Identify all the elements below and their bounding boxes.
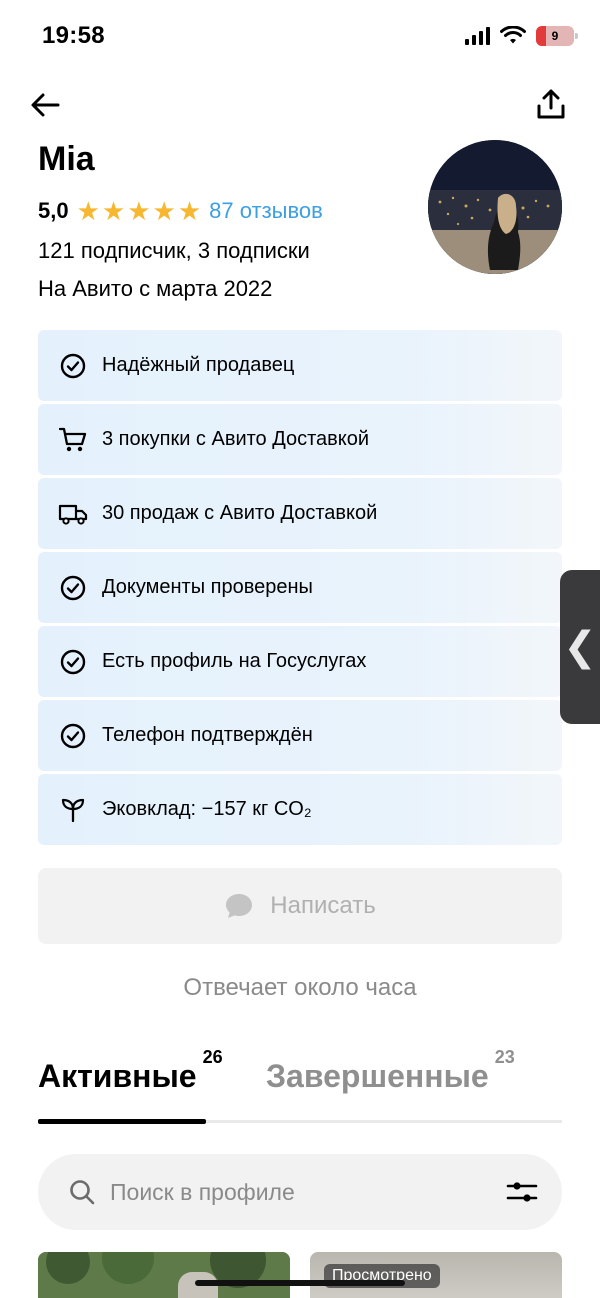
search-icon <box>70 1180 95 1205</box>
tab-label: Активные <box>38 1058 197 1094</box>
status-icons: 9 <box>465 26 578 46</box>
listing-card[interactable] <box>38 1252 290 1298</box>
wifi-icon <box>500 26 526 44</box>
tab-label: Завершенные <box>266 1058 489 1094</box>
badge-label: Документы проверены <box>102 576 313 598</box>
filter-icon[interactable] <box>506 1178 538 1206</box>
avatar[interactable] <box>428 140 562 274</box>
star-icon: ★ <box>152 196 176 226</box>
check-circle-icon <box>58 721 88 751</box>
badge-label: Есть профиль на Госуслугах <box>102 650 367 672</box>
badge-purchases[interactable]: 3 покупки с Авито Доставкой <box>38 404 562 475</box>
tab-active[interactable]: Активные26 <box>38 1047 223 1095</box>
star-icon: ★ <box>101 196 126 226</box>
chevron-left-icon: ❮ <box>563 625 597 669</box>
cart-icon <box>58 425 88 455</box>
tab-count: 26 <box>202 1047 223 1068</box>
star-icon: ★ <box>177 196 202 226</box>
rating-value: 5,0 <box>38 198 69 223</box>
tab-completed[interactable]: Завершенные23 <box>266 1047 515 1095</box>
truck-icon <box>58 499 88 529</box>
badge-label: Надёжный продавец <box>102 354 295 376</box>
share-button[interactable] <box>534 86 568 122</box>
side-panel-handle[interactable]: ❮ <box>560 570 600 724</box>
sprout-icon <box>58 795 88 825</box>
share-icon <box>537 89 565 119</box>
profile-search[interactable]: Поиск в профиле <box>38 1154 562 1230</box>
star-icon: ★ <box>76 196 100 226</box>
message-button[interactable]: Написать <box>38 868 562 944</box>
badge-label: 30 продаж с Авито Доставкой <box>102 502 378 524</box>
rating-stars: ★ ★ ★ ★ ★ <box>77 198 202 224</box>
listing-image <box>38 1252 290 1298</box>
battery-level: 9 <box>551 29 559 43</box>
badge-label: Телефон подтверждён <box>102 724 313 746</box>
listing-card[interactable]: Просмотрено <box>310 1252 562 1298</box>
status-bar: 19:58 9 <box>0 0 600 72</box>
badge-label: Эковклад: −157 кг CO₂ <box>102 798 312 820</box>
member-since: На Авито с марта 2022 <box>38 276 273 301</box>
tab-count: 23 <box>494 1047 515 1068</box>
tab-active-indicator <box>38 1119 206 1124</box>
listing-tabs: Активные26 Завершенные23 <box>38 1047 562 1126</box>
badge-label: 3 покупки с Авито Доставкой <box>102 428 370 450</box>
badge-phone-verified[interactable]: Телефон подтверждён <box>38 700 562 771</box>
followers-text[interactable]: 121 подписчик, 3 подписки <box>38 238 310 264</box>
reviews-link[interactable]: 87 отзывов <box>209 198 323 224</box>
star-icon: ★ <box>127 196 151 226</box>
status-time: 19:58 <box>42 22 105 49</box>
badge-reliable-seller[interactable]: Надёжный продавец <box>38 330 562 401</box>
message-button-label: Написать <box>270 892 376 919</box>
check-circle-icon <box>58 573 88 603</box>
badge-documents-verified[interactable]: Документы проверены <box>38 552 562 623</box>
badge-eco-contribution[interactable]: Эковклад: −157 кг CO₂ <box>38 774 562 845</box>
check-circle-icon <box>58 647 88 677</box>
profile-name: Mia <box>38 140 95 178</box>
signal-icon <box>465 27 490 45</box>
battery-icon: 9 <box>536 26 578 46</box>
search-input[interactable]: Поиск в профиле <box>110 1179 506 1206</box>
chat-bubble-icon <box>226 894 253 918</box>
rating-row: 5,0 ★ ★ ★ ★ ★ 87 отзывов <box>38 198 323 224</box>
badge-sales[interactable]: 30 продаж с Авито Доставкой <box>38 478 562 549</box>
check-circle-icon <box>58 351 88 381</box>
badge-gosuslugi[interactable]: Есть профиль на Госуслугах <box>38 626 562 697</box>
response-time-text: Отвечает около часа <box>183 974 417 1001</box>
avatar-image <box>428 140 562 274</box>
back-button[interactable] <box>28 88 62 122</box>
trust-badges-list: Надёжный продавец 3 покупки с Авито Дост… <box>38 330 562 848</box>
home-indicator <box>195 1280 405 1286</box>
arrow-left-icon <box>31 93 60 117</box>
